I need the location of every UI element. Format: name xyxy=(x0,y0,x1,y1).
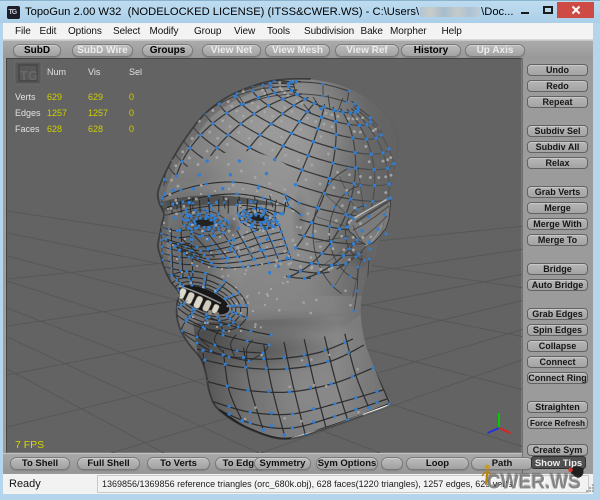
svg-text:Edges: Edges xyxy=(15,108,41,118)
svg-text:0: 0 xyxy=(129,92,134,102)
svg-text:629: 629 xyxy=(47,92,62,102)
svg-text:TG: TG xyxy=(20,68,38,83)
svg-text:7 FPS: 7 FPS xyxy=(15,439,44,451)
svg-text:1257: 1257 xyxy=(47,108,67,118)
svg-text:628: 628 xyxy=(47,124,62,134)
svg-text:Verts: Verts xyxy=(15,92,36,102)
svg-text:Vis: Vis xyxy=(88,67,101,77)
svg-text:1257: 1257 xyxy=(88,108,108,118)
svg-text:0: 0 xyxy=(129,108,134,118)
svg-text:Faces: Faces xyxy=(15,124,40,134)
svg-text:0: 0 xyxy=(129,124,134,134)
svg-text:629: 629 xyxy=(88,92,103,102)
svg-text:Num: Num xyxy=(47,67,66,77)
svg-text:Sel: Sel xyxy=(129,67,142,77)
svg-text:628: 628 xyxy=(88,124,103,134)
